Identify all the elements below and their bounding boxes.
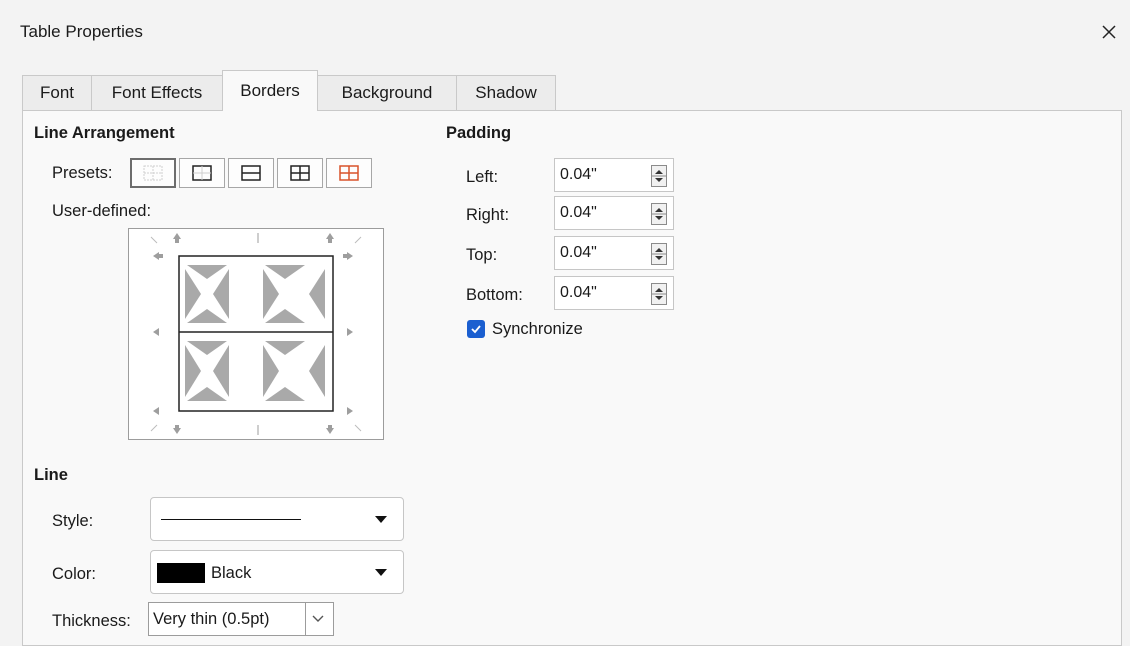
user-defined-frame-selector[interactable]	[128, 228, 384, 440]
padding-right-label: Right:	[466, 206, 510, 224]
preset-outer-no-inner-change[interactable]	[326, 158, 372, 188]
padding-top-field[interactable]: 0.04"	[554, 236, 674, 270]
no-borders-icon	[143, 165, 163, 181]
tab-shadow[interactable]: Shadow	[456, 75, 556, 110]
spin-arrows-icon	[652, 170, 666, 182]
close-button[interactable]	[1088, 12, 1130, 52]
checkmark-icon	[471, 325, 481, 334]
preset-outer-all-inner[interactable]	[277, 158, 323, 188]
thickness-value: Very thin (0.5pt)	[153, 610, 270, 628]
color-label: Color:	[52, 565, 97, 583]
all-borders-icon	[290, 165, 310, 181]
dropdown-arrow-icon	[375, 516, 387, 523]
spin-buttons[interactable]	[651, 165, 667, 187]
spin-arrows-icon	[652, 208, 666, 220]
line-arrangement-heading: Line Arrangement	[34, 124, 175, 142]
style-label: Style:	[52, 512, 94, 530]
spin-buttons[interactable]	[651, 203, 667, 225]
tab-label: Background	[341, 83, 433, 102]
window-title: Table Properties	[20, 22, 143, 41]
outer-keep-inner-icon	[339, 165, 359, 181]
user-defined-label: User-defined:	[52, 202, 152, 220]
spin-buttons[interactable]	[651, 283, 667, 305]
tab-label: Font Effects	[111, 83, 203, 102]
padding-bottom-field[interactable]: 0.04"	[554, 276, 674, 310]
chevron-down-icon[interactable]	[311, 614, 325, 624]
line-heading: Line	[34, 466, 68, 484]
thickness-combobox[interactable]: Very thin (0.5pt)	[148, 602, 334, 636]
padding-left-label: Left:	[466, 168, 499, 186]
spin-buttons[interactable]	[651, 243, 667, 265]
presets-label: Presets:	[52, 164, 113, 182]
padding-top-value: 0.04"	[560, 244, 597, 261]
padding-left-value: 0.04"	[560, 166, 597, 183]
line-color-dropdown[interactable]: Black	[150, 550, 404, 594]
padding-bottom-label: Bottom:	[466, 286, 523, 304]
outer-border-icon	[192, 165, 212, 181]
padding-bottom-value: 0.04"	[560, 284, 597, 301]
presets-group	[130, 158, 372, 188]
close-icon	[1102, 25, 1116, 39]
tab-label: Borders	[240, 81, 300, 100]
tab-font[interactable]: Font	[22, 75, 92, 110]
color-value: Black	[211, 564, 252, 582]
preset-outer-horizontal[interactable]	[228, 158, 274, 188]
tab-label: Font	[39, 83, 75, 102]
frame-preview-icon	[150, 233, 362, 435]
combobox-divider	[305, 602, 306, 636]
tab-borders[interactable]: Borders	[222, 70, 318, 111]
tab-label: Shadow	[475, 83, 537, 102]
line-style-dropdown[interactable]	[150, 497, 404, 541]
padding-left-field[interactable]: 0.04"	[554, 158, 674, 192]
padding-heading: Padding	[446, 124, 512, 142]
thickness-label: Thickness:	[52, 612, 131, 630]
title-bar: Table Properties	[0, 0, 1130, 62]
spin-arrows-icon	[652, 288, 666, 300]
padding-right-value: 0.04"	[560, 204, 597, 221]
line-style-preview	[161, 519, 301, 520]
tab-background[interactable]: Background	[317, 75, 457, 110]
color-swatch	[157, 563, 205, 583]
preset-outer-border-only[interactable]	[179, 158, 225, 188]
preset-no-borders[interactable]	[130, 158, 176, 188]
padding-right-field[interactable]: 0.04"	[554, 196, 674, 230]
outer-horizontal-icon	[241, 165, 261, 181]
synchronize-label: Synchronize	[492, 320, 583, 338]
tab-font-effects[interactable]: Font Effects	[91, 75, 223, 110]
padding-top-label: Top:	[466, 246, 498, 264]
dropdown-arrow-icon	[375, 569, 387, 576]
spin-arrows-icon	[652, 248, 666, 260]
synchronize-checkbox[interactable]	[467, 320, 485, 338]
